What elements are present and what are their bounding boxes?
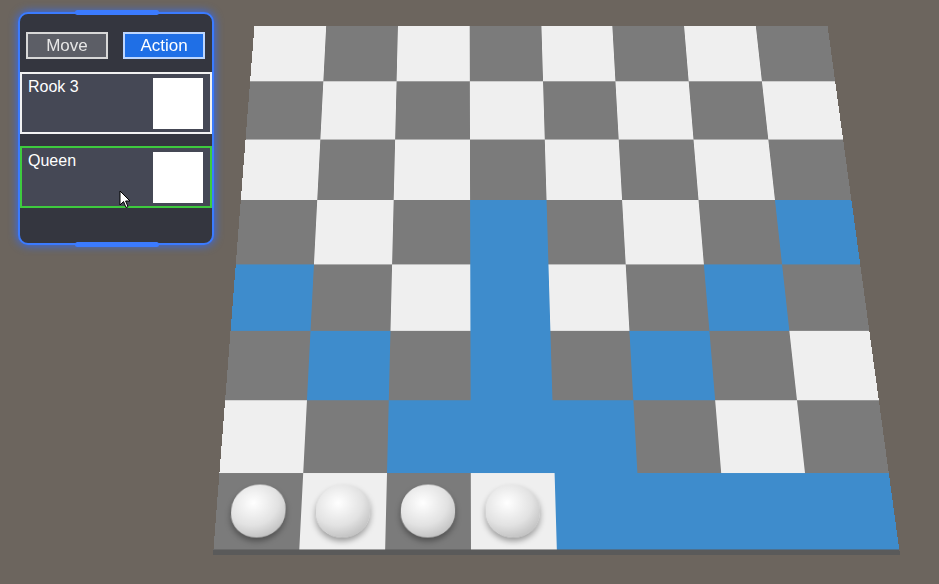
board-square[interactable] <box>756 26 835 82</box>
board-square[interactable] <box>396 26 469 82</box>
unit-name: Queen <box>28 151 76 171</box>
board-square[interactable] <box>622 201 704 265</box>
board-square[interactable] <box>470 201 548 265</box>
board-square[interactable] <box>619 140 699 201</box>
board-square[interactable] <box>389 331 471 401</box>
board-square[interactable] <box>616 81 694 139</box>
mode-tab[interactable]: Move <box>26 32 108 59</box>
board-square[interactable] <box>775 201 860 265</box>
unit-card[interactable]: Rook 3 <box>20 72 212 134</box>
mode-tab[interactable]: Action <box>123 32 205 59</box>
board-square[interactable] <box>554 473 642 549</box>
pawn-piece[interactable] <box>315 484 371 538</box>
board-square[interactable] <box>550 331 634 401</box>
board-square[interactable] <box>393 140 469 201</box>
chess-board <box>213 26 900 555</box>
board-square[interactable] <box>626 264 710 330</box>
board-square[interactable] <box>470 264 550 330</box>
pawn-piece[interactable] <box>401 484 456 538</box>
board-square[interactable] <box>395 81 470 139</box>
board-square[interactable] <box>310 264 391 330</box>
board-square[interactable] <box>548 264 630 330</box>
board-square[interactable] <box>387 400 471 473</box>
board-square[interactable] <box>544 140 622 201</box>
board-square[interactable] <box>392 201 470 265</box>
unit-list: Rook 3 Queen <box>20 72 212 208</box>
board-square[interactable] <box>715 400 805 473</box>
board-square[interactable] <box>213 473 303 549</box>
board-square[interactable] <box>241 140 320 201</box>
pawn-piece[interactable] <box>230 484 288 538</box>
board-square[interactable] <box>470 473 556 549</box>
pawn-piece[interactable] <box>486 484 541 538</box>
board-square[interactable] <box>684 26 762 82</box>
board-square[interactable] <box>320 81 396 139</box>
unit-portrait <box>153 78 203 129</box>
board-square[interactable] <box>470 331 552 401</box>
board-square[interactable] <box>470 400 554 473</box>
action-panel: Move Action Rook 3 Queen <box>18 12 214 245</box>
board-square[interactable] <box>721 473 813 549</box>
board-square[interactable] <box>762 81 843 139</box>
panel-bottom-tab <box>75 242 159 247</box>
board-square[interactable] <box>694 140 775 201</box>
board-square[interactable] <box>307 331 390 401</box>
board-square[interactable] <box>469 26 542 82</box>
unit-card[interactable]: Queen <box>20 146 212 208</box>
board-square[interactable] <box>789 331 878 401</box>
board-square[interactable] <box>246 81 324 139</box>
board-square[interactable] <box>323 26 398 82</box>
board-square[interactable] <box>385 473 471 549</box>
board-square[interactable] <box>634 400 722 473</box>
board-square[interactable] <box>546 201 626 265</box>
mouse-cursor-icon <box>119 190 131 209</box>
board-square[interactable] <box>541 26 616 82</box>
panel-top-tab <box>75 10 159 15</box>
board-square[interactable] <box>805 473 899 549</box>
board-square[interactable] <box>314 201 394 265</box>
board-square[interactable] <box>390 264 470 330</box>
mode-tabs: Move Action <box>20 32 212 59</box>
board-square[interactable] <box>250 26 326 82</box>
board-square[interactable] <box>303 400 388 473</box>
board-square[interactable] <box>782 264 869 330</box>
board-square[interactable] <box>638 473 728 549</box>
board-square[interactable] <box>469 81 544 139</box>
board-square[interactable] <box>630 331 716 401</box>
board-square[interactable] <box>768 140 851 201</box>
board-square[interactable] <box>710 331 797 401</box>
board-square[interactable] <box>699 201 782 265</box>
board-square[interactable] <box>299 473 387 549</box>
board-square[interactable] <box>613 26 689 82</box>
board-square[interactable] <box>704 264 789 330</box>
game-scene: Move Action Rook 3 Queen <box>0 0 939 584</box>
board-square[interactable] <box>225 331 310 401</box>
unit-portrait <box>153 152 203 203</box>
board-square[interactable] <box>231 264 314 330</box>
unit-name: Rook 3 <box>28 77 79 97</box>
board-square[interactable] <box>219 400 306 473</box>
board-square[interactable] <box>543 81 619 139</box>
board-square[interactable] <box>470 140 546 201</box>
board-square[interactable] <box>797 400 889 473</box>
board-square[interactable] <box>236 201 317 265</box>
board-square[interactable] <box>317 140 395 201</box>
board-square[interactable] <box>689 81 769 139</box>
board-square[interactable] <box>552 400 638 473</box>
